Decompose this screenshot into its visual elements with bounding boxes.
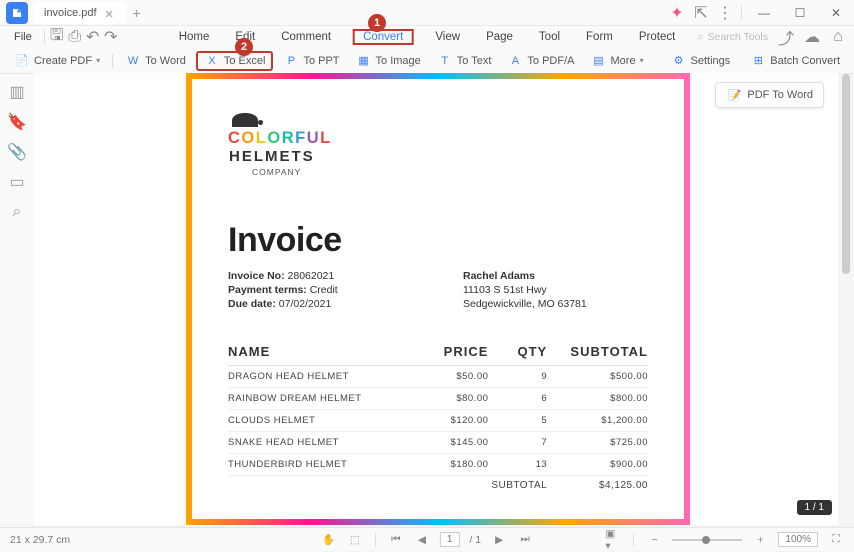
zoom-slider[interactable] — [672, 539, 742, 541]
to-ppt-button[interactable]: PTo PPT — [277, 51, 345, 71]
table-row: DRAGON HEAD HELMET$50.009$500.00 — [228, 366, 648, 388]
settings-button[interactable]: ⚙Settings — [665, 51, 737, 71]
first-page-icon[interactable]: ⏮ — [388, 532, 404, 548]
minimize-button[interactable]: — — [750, 4, 778, 22]
document-tab[interactable]: invoice.pdf ✕ — [34, 2, 125, 24]
attach-icon[interactable]: 📎 — [9, 144, 25, 160]
menu-comment[interactable]: Comment — [277, 29, 335, 45]
menu-protect[interactable]: Protect — [635, 29, 679, 45]
close-tab-icon[interactable]: ✕ — [105, 8, 115, 18]
prev-page-icon[interactable]: ◀ — [414, 532, 430, 548]
layers-icon[interactable]: ▭ — [9, 174, 25, 190]
zoom-value[interactable]: 100% — [778, 532, 818, 547]
callout-badge-2: 2 — [235, 38, 253, 56]
more-button[interactable]: ▤More▾ — [585, 51, 650, 71]
page-dimensions: 21 x 29.7 cm — [10, 534, 70, 546]
document-page: COLORFUL HELMETS COMPANY Invoice Invoice… — [186, 73, 690, 525]
share-icon[interactable]: ⇱ — [693, 5, 709, 21]
batch-icon: ⊞ — [750, 53, 766, 69]
open-external-icon[interactable]: ⤴ — [778, 29, 794, 45]
vertical-scrollbar[interactable] — [842, 74, 850, 524]
print-icon[interactable]: ⎙ — [67, 29, 83, 45]
document-canvas[interactable]: COLORFUL HELMETS COMPANY Invoice Invoice… — [34, 73, 838, 525]
last-page-icon[interactable]: ⏭ — [517, 532, 533, 548]
tab-title: invoice.pdf — [44, 7, 97, 19]
menu-page[interactable]: Page — [482, 29, 517, 45]
excel-icon: X — [204, 53, 220, 69]
to-pdfa-button[interactable]: ATo PDF/A — [501, 51, 580, 71]
invoice-title: Invoice — [228, 221, 648, 260]
pdfa-icon: A — [507, 53, 523, 69]
select-tool-icon[interactable]: ⬚ — [347, 532, 363, 548]
gear-icon: ⚙ — [671, 53, 687, 69]
page-input[interactable]: 1 — [440, 532, 460, 547]
menu-form[interactable]: Form — [582, 29, 617, 45]
thumbnails-icon[interactable]: ▥ — [9, 84, 25, 100]
menu-home[interactable]: Home — [175, 29, 214, 45]
search-icon: ⌕ — [698, 31, 704, 44]
redo-icon[interactable]: ↷ — [103, 29, 119, 45]
view-mode-icon[interactable]: ▣ ▾ — [605, 532, 621, 548]
create-pdf-button[interactable]: 📄Create PDF▾ — [8, 51, 106, 71]
file-menu[interactable]: File — [6, 29, 40, 45]
table-row: CLOUDS HELMET$120.005$1,200.00 — [228, 410, 648, 432]
menu-view[interactable]: View — [431, 29, 464, 45]
kebab-icon[interactable]: ⋮ — [717, 5, 733, 21]
menubar: File 🖫 ⎙ ↶ ↷ Home Edit Comment Convert V… — [0, 26, 854, 48]
hand-tool-icon[interactable]: ✋ — [321, 532, 337, 548]
save-icon[interactable]: 🖫 — [49, 29, 65, 45]
invoice-meta: Invoice No: 28062021 Payment terms: Cred… — [228, 270, 648, 312]
ppt-icon: P — [283, 53, 299, 69]
pdf-to-word-button[interactable]: 📝 PDF To Word — [715, 82, 824, 108]
titlebar: invoice.pdf ✕ + ✦ ⇱ ⋮ — ☐ ✕ — [0, 0, 854, 26]
menu-tool[interactable]: Tool — [535, 29, 564, 45]
to-text-button[interactable]: TTo Text — [431, 51, 498, 71]
toolbar: 📄Create PDF▾ WTo Word XTo Excel PTo PPT … — [0, 48, 854, 74]
table-row: THUNDERBIRD HELMET$180.0013$900.00 — [228, 454, 648, 476]
text-icon: T — [437, 53, 453, 69]
fit-page-icon[interactable]: ⛶ — [828, 532, 844, 548]
undo-icon[interactable]: ↶ — [85, 29, 101, 45]
to-excel-button[interactable]: XTo Excel — [196, 51, 274, 71]
search-side-icon[interactable]: ⌕ — [9, 204, 25, 220]
left-sidebar: ▥ 🔖 📎 ▭ ⌕ — [0, 74, 34, 524]
gift-icon[interactable]: ✦ — [669, 5, 685, 21]
scroll-thumb[interactable] — [842, 74, 850, 274]
to-image-button[interactable]: ▦To Image — [350, 51, 427, 71]
bookmark-icon[interactable]: 🔖 — [9, 114, 25, 130]
maximize-button[interactable]: ☐ — [786, 4, 814, 22]
new-tab-button[interactable]: + — [129, 5, 145, 21]
to-word-button[interactable]: WTo Word — [119, 51, 192, 71]
create-pdf-icon: 📄 — [14, 53, 30, 69]
cloud-icon[interactable]: ☁ — [804, 29, 820, 45]
company-logo: COLORFUL HELMETS COMPANY — [228, 113, 648, 177]
batch-convert-button[interactable]: ⊞Batch Convert — [744, 51, 846, 71]
home-icon[interactable]: ⌂ — [830, 29, 846, 45]
more-icon: ▤ — [591, 53, 607, 69]
invoice-table: NAME PRICE QTY SUBTOTAL DRAGON HEAD HELM… — [228, 344, 648, 496]
zoom-out-icon[interactable]: − — [646, 532, 662, 548]
close-button[interactable]: ✕ — [822, 4, 850, 22]
window-controls: ✦ ⇱ ⋮ — ☐ ✕ — [669, 4, 850, 22]
image-icon: ▦ — [356, 53, 372, 69]
zoom-in-icon[interactable]: + — [752, 532, 768, 548]
pdf-to-word-icon: 📝 — [726, 87, 742, 103]
table-row: RAINBOW DREAM HELMET$80.006$800.00 — [228, 388, 648, 410]
page-badge: 1 / 1 — [797, 500, 832, 515]
word-icon: W — [125, 53, 141, 69]
menu-convert[interactable]: Convert — [353, 29, 413, 45]
table-row: SNAKE HEAD HELMET$145.007$725.00 — [228, 432, 648, 454]
callout-badge-1: 1 — [368, 14, 386, 32]
next-page-icon[interactable]: ▶ — [491, 532, 507, 548]
search-tools[interactable]: ⌕Search Tools — [698, 31, 768, 44]
statusbar: 21 x 29.7 cm ✋ ⬚ ⏮ ◀ 1 / 1 ▶ ⏭ ▣ ▾ − + 1… — [0, 527, 854, 551]
app-icon — [6, 2, 28, 24]
